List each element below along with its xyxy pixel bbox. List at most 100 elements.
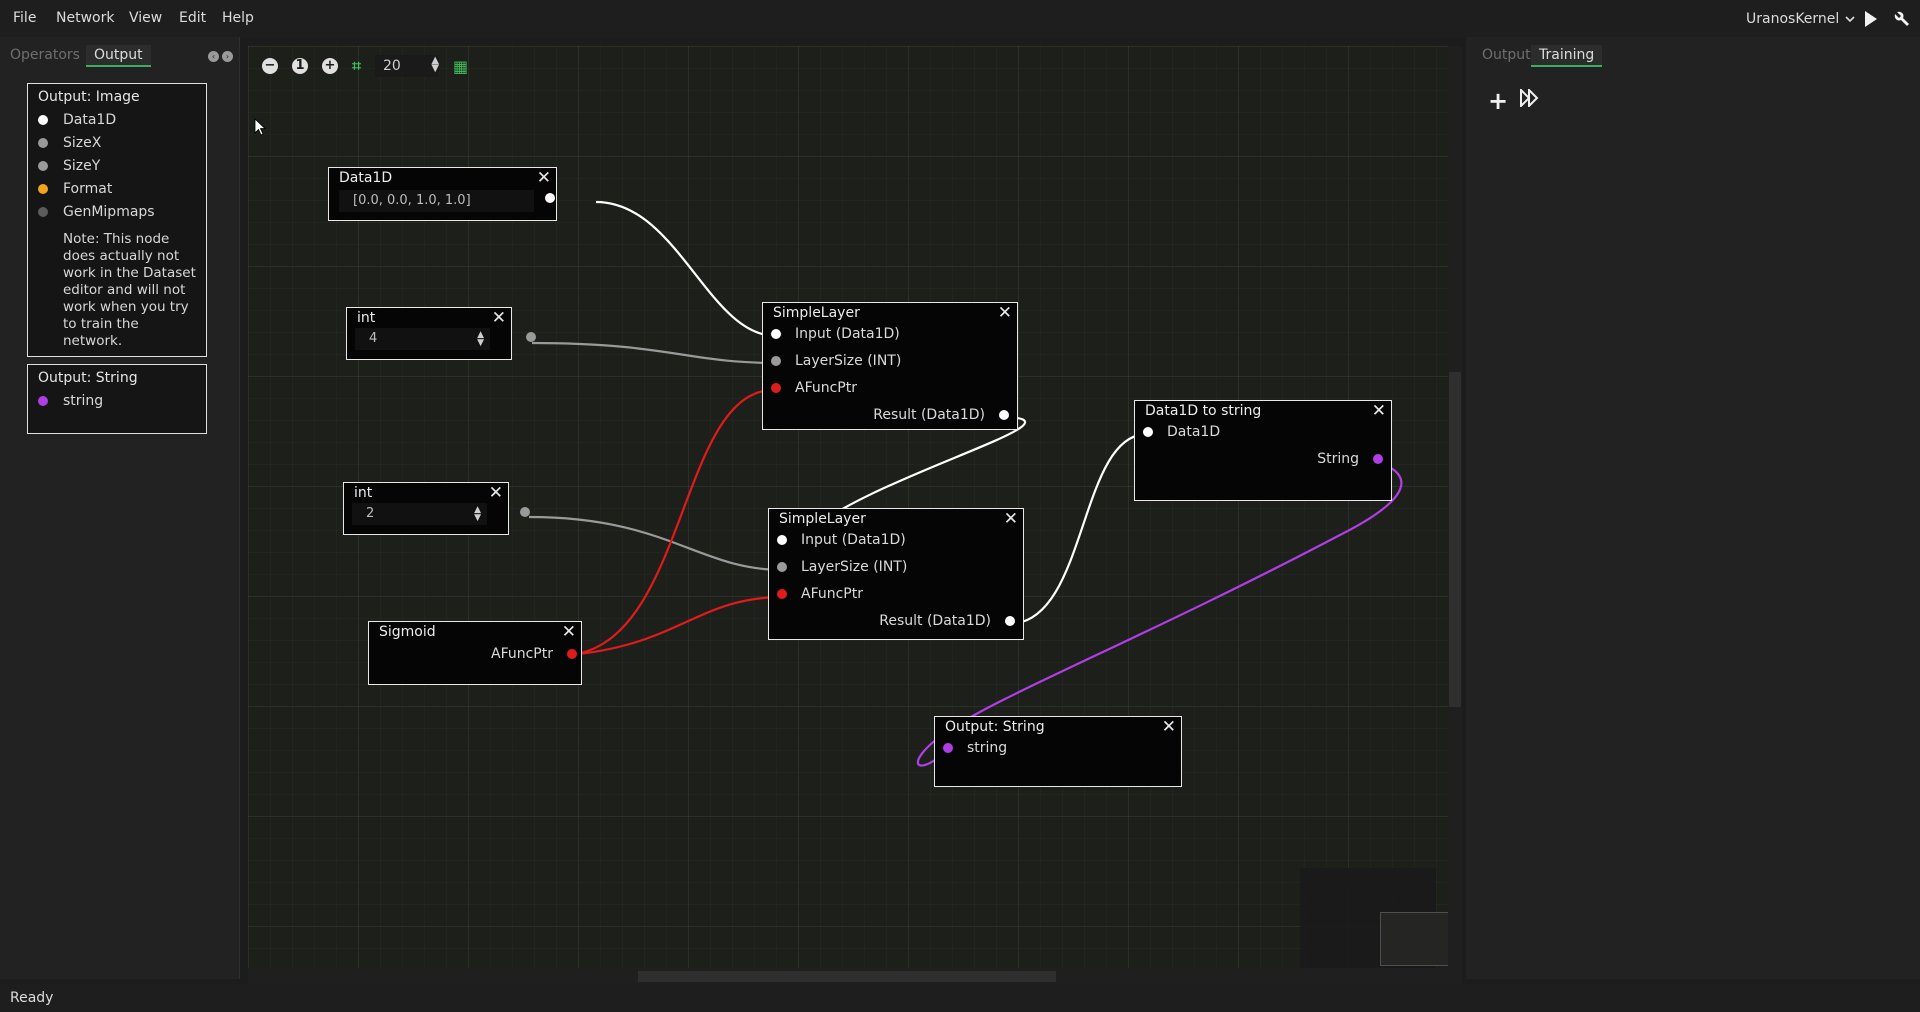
port-in[interactable]: Input (Data1D) (777, 532, 906, 548)
port-dot-icon (999, 410, 1009, 420)
status-text: Ready (10, 990, 54, 1006)
minimap-viewport[interactable] (1380, 912, 1448, 966)
close-icon[interactable]: ✕ (492, 308, 506, 328)
close-icon[interactable]: ✕ (1004, 509, 1018, 529)
node-title: Data1D (339, 170, 393, 186)
wire-data (1008, 432, 1148, 626)
data1d-value-field[interactable]: [0.0, 0.0, 1.0, 1.0] (339, 190, 534, 212)
status-bar: Ready (0, 984, 1920, 1012)
zoom-reset-icon[interactable]: 1 (292, 58, 308, 74)
node-simplelayer-2[interactable]: SimpleLayer ✕ Input (Data1D) LayerSize (… (768, 508, 1024, 640)
stepper-arrows-icon[interactable]: ▲ ▼ (431, 56, 439, 74)
list-item: GenMipmaps (38, 200, 196, 223)
close-icon[interactable]: ✕ (1162, 717, 1176, 737)
stepper-arrows-icon[interactable]: ▲ ▼ (474, 506, 481, 523)
scrollbar-thumb[interactable] (1449, 372, 1461, 707)
horizontal-scrollbar[interactable] (248, 968, 1448, 984)
scrollbar-thumb[interactable] (638, 971, 1056, 982)
node-title: int (357, 310, 376, 326)
output-string-box[interactable]: Output: String string (27, 364, 207, 434)
close-icon[interactable]: ✕ (1372, 401, 1386, 421)
port-dot-icon (777, 562, 787, 572)
int-value: 2 (366, 506, 375, 521)
output-image-note: Note: This node does actually not work i… (63, 231, 196, 349)
int-value-field[interactable]: 4 ▲ ▼ (355, 328, 490, 350)
port-dot-icon (1005, 616, 1015, 626)
port-dot-icon (38, 395, 48, 406)
port-dot-icon (520, 507, 530, 517)
port-dot-icon (526, 332, 536, 342)
port-dot-icon (38, 114, 48, 125)
close-icon[interactable]: ✕ (537, 168, 551, 188)
node-title: SimpleLayer (773, 305, 860, 321)
port-in[interactable]: LayerSize (INT) (777, 559, 907, 575)
tab-training[interactable]: Training (1531, 45, 1603, 67)
node-title: Data1D to string (1145, 403, 1262, 419)
node-title: Output: String (945, 719, 1045, 735)
menu-view[interactable]: View (129, 10, 162, 26)
play-icon[interactable] (1864, 10, 1878, 28)
list-item: Data1D (38, 108, 196, 131)
tab-output[interactable]: Output (1474, 45, 1539, 67)
fast-forward-icon[interactable] (1520, 89, 1540, 107)
close-icon[interactable]: ✕ (562, 622, 576, 642)
port-out[interactable]: String (1317, 451, 1383, 467)
port-in[interactable]: AFuncPtr (777, 586, 863, 602)
port-dot-icon (1373, 454, 1383, 464)
minimap[interactable] (1300, 868, 1448, 978)
menu-network[interactable]: Network (56, 10, 114, 26)
add-icon[interactable]: + (1488, 87, 1508, 115)
port-in[interactable]: string (943, 740, 1007, 756)
node-int-b[interactable]: int ✕ 2 ▲ ▼ (343, 482, 530, 535)
canvas-toolbar: − 1 + ⌗ 20 ▲ ▼ ▦ (262, 55, 468, 77)
port-in[interactable]: Input (Data1D) (771, 326, 900, 342)
vertical-scrollbar[interactable] (1448, 46, 1462, 984)
grid-size-stepper[interactable]: 20 ▲ ▼ (375, 55, 440, 77)
panel-nav: ‹ › (208, 51, 233, 62)
port-in[interactable]: AFuncPtr (771, 380, 857, 396)
port-dot-icon (777, 535, 787, 545)
port-dot-icon (771, 356, 781, 366)
node-data1d-to-string[interactable]: Data1D to string ✕ Data1D String (1134, 400, 1392, 501)
kernel-select[interactable]: UranosKernel (1746, 8, 1855, 30)
node-sigmoid[interactable]: Sigmoid ✕ AFuncPtr (368, 621, 582, 685)
chevron-left-icon[interactable]: ‹ (208, 51, 219, 62)
list-item: Format (38, 177, 196, 200)
node-simplelayer-1[interactable]: SimpleLayer ✕ Input (Data1D) LayerSize (… (762, 302, 1018, 430)
node-data1d[interactable]: Data1D ✕ [0.0, 0.0, 1.0, 1.0] (328, 167, 557, 221)
kernel-select-value: UranosKernel (1746, 11, 1840, 27)
int-value-field[interactable]: 2 ▲ ▼ (352, 503, 487, 525)
wrench-icon[interactable] (1893, 10, 1911, 28)
output-image-box[interactable]: Output: Image Data1D SizeX SizeY Format … (27, 83, 207, 357)
port-out[interactable] (545, 193, 555, 203)
zoom-out-icon[interactable]: − (262, 58, 278, 74)
port-out[interactable]: Result (Data1D) (879, 613, 1015, 629)
menu-edit[interactable]: Edit (179, 10, 206, 26)
stepper-arrows-icon[interactable]: ▲ ▼ (477, 331, 484, 348)
close-icon[interactable]: ✕ (489, 483, 503, 503)
port-in[interactable]: LayerSize (INT) (771, 353, 901, 369)
menu-help[interactable]: Help (222, 10, 254, 26)
tab-operators[interactable]: Operators (2, 45, 88, 67)
port-dot-icon (771, 329, 781, 339)
node-output-string[interactable]: Output: String ✕ string (934, 716, 1182, 787)
port-out[interactable] (526, 332, 536, 342)
node-canvas[interactable]: − 1 + ⌗ 20 ▲ ▼ ▦ Data1D ✕ [0.0, 0.0, 1.0,… (248, 46, 1448, 984)
port-out[interactable] (520, 507, 530, 517)
port-out[interactable]: AFuncPtr (491, 646, 577, 662)
grid-toggle-icon[interactable]: ▦ (453, 57, 468, 76)
chevron-right-icon[interactable]: › (222, 51, 233, 62)
node-title: Sigmoid (379, 624, 436, 640)
wire-int (528, 515, 784, 572)
mouse-cursor-icon (254, 118, 266, 136)
grid-snap-icon[interactable]: ⌗ (352, 56, 361, 76)
close-icon[interactable]: ✕ (998, 303, 1012, 323)
node-title: SimpleLayer (779, 511, 866, 527)
int-value: 4 (369, 331, 378, 346)
port-out[interactable]: Result (Data1D) (873, 407, 1009, 423)
tab-output[interactable]: Output (86, 45, 151, 67)
node-int-a[interactable]: int ✕ 4 ▲ ▼ (346, 307, 536, 360)
port-in[interactable]: Data1D (1143, 424, 1220, 440)
zoom-in-icon[interactable]: + (322, 58, 338, 74)
menu-file[interactable]: File (13, 10, 36, 26)
